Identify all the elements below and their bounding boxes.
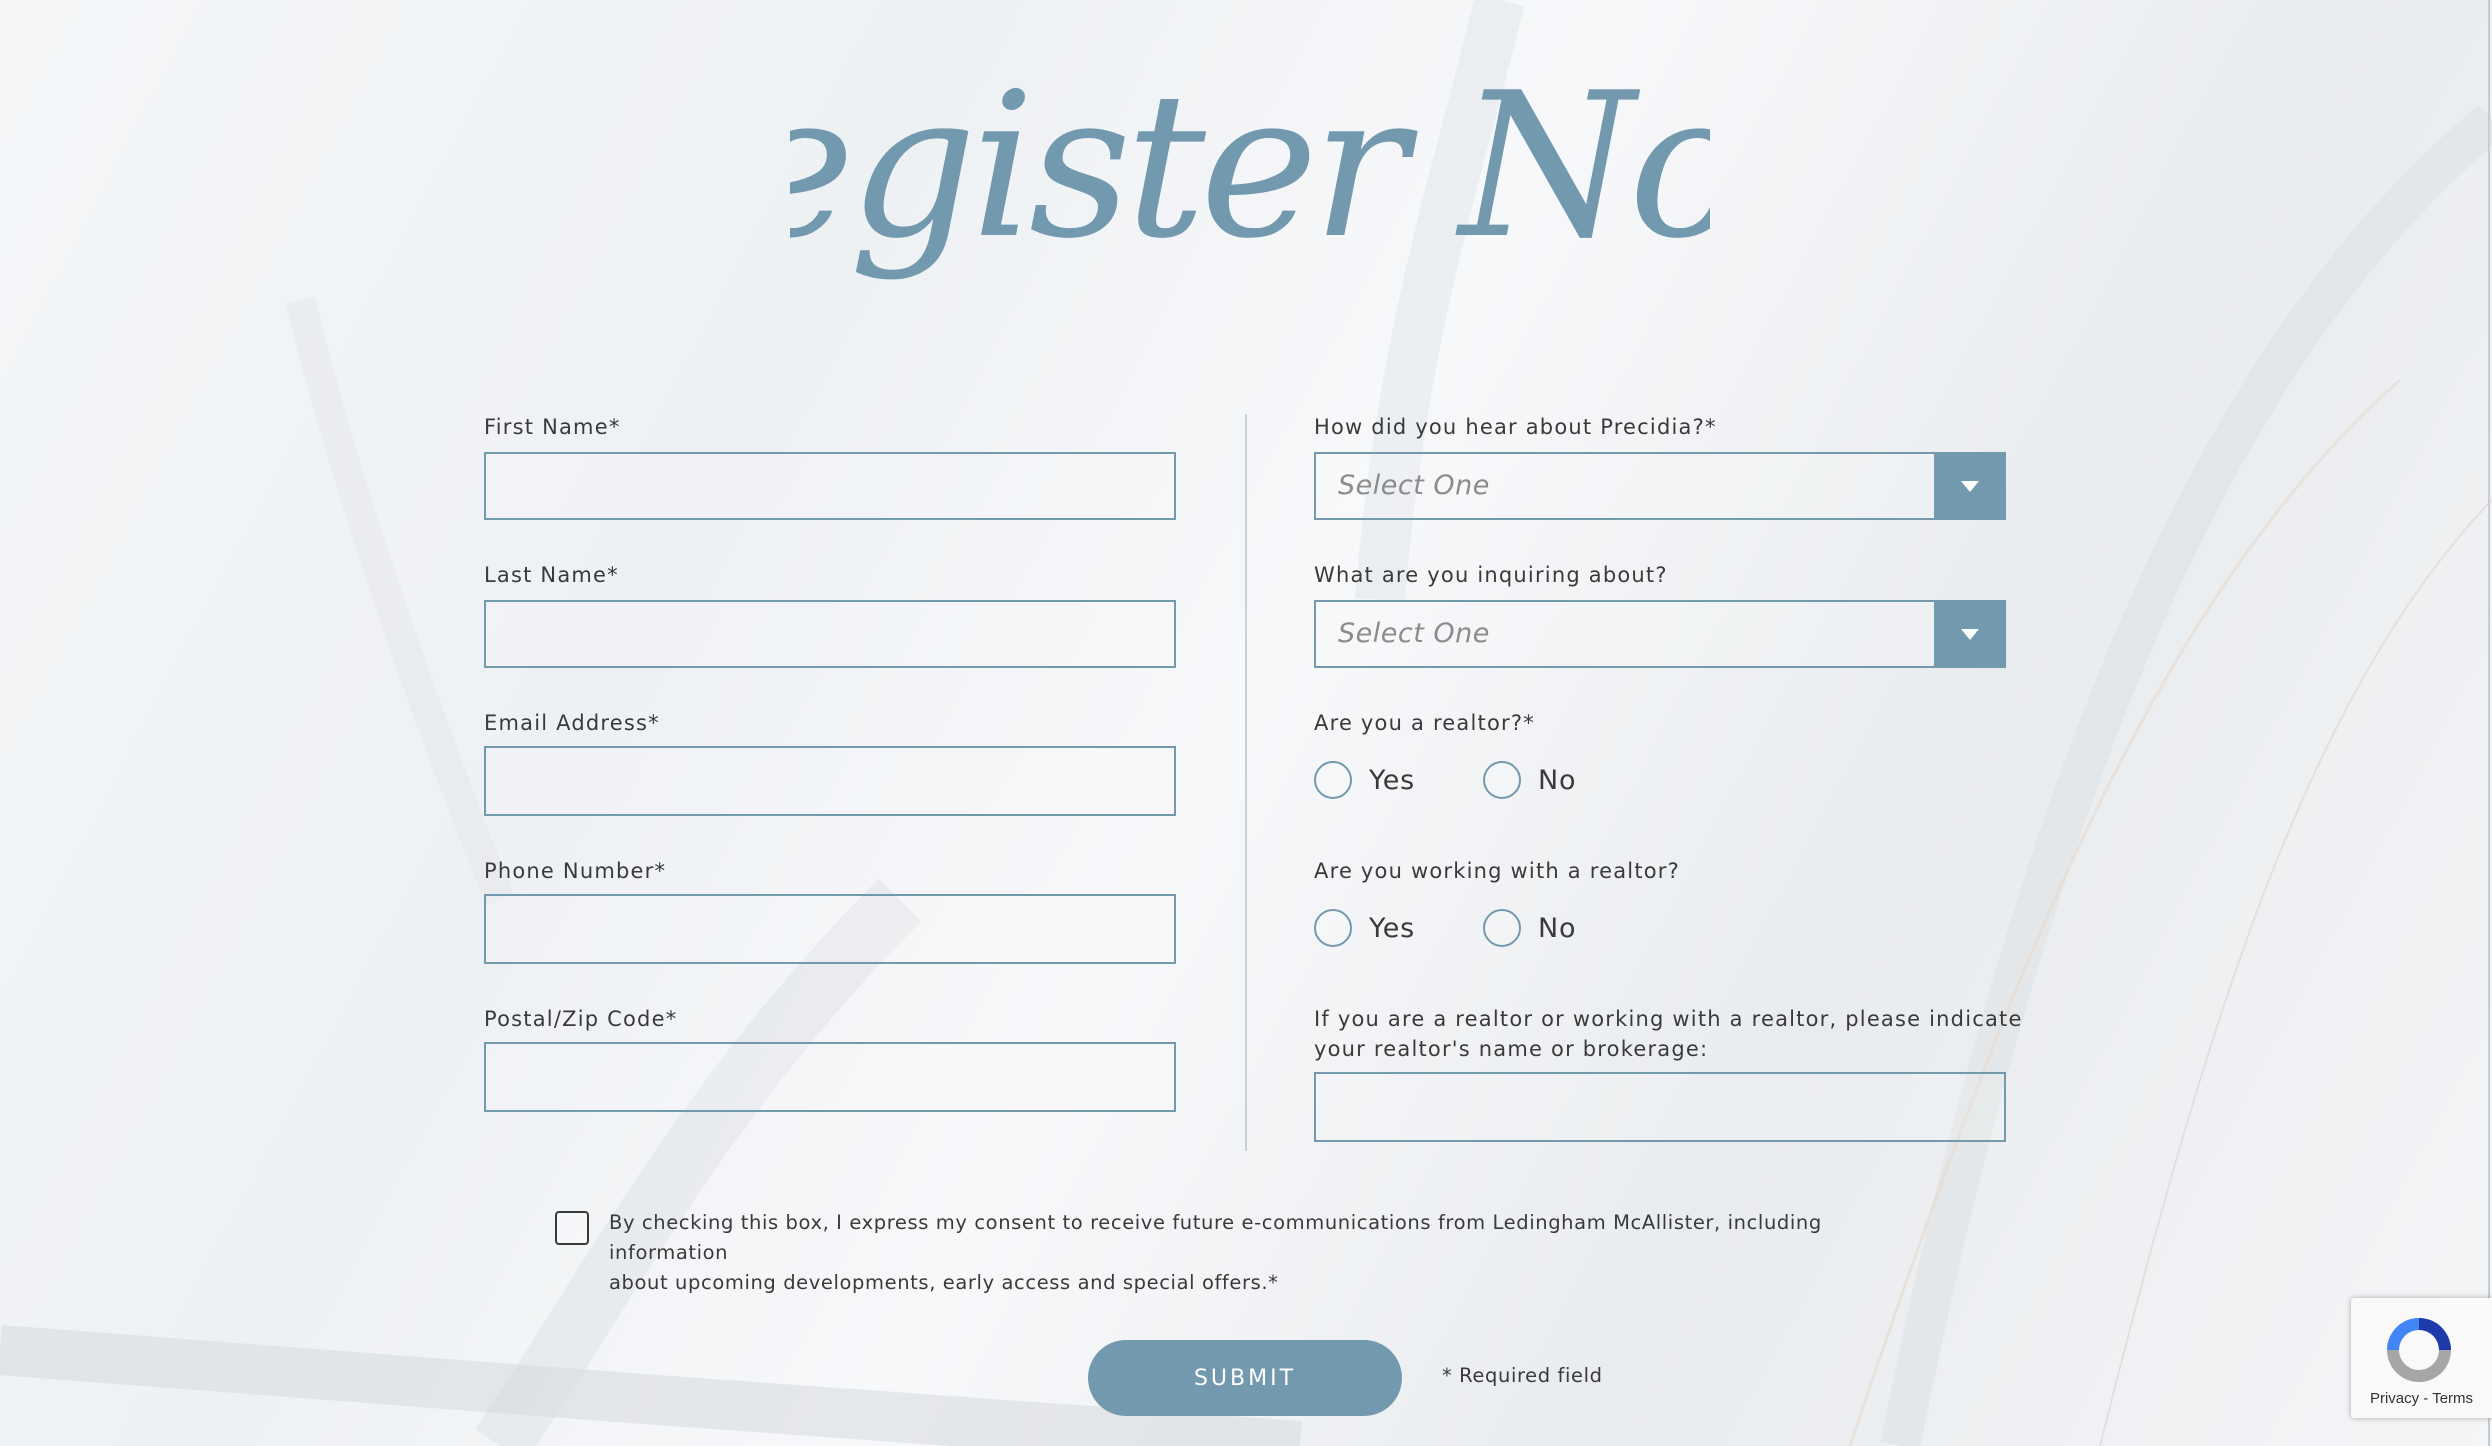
phone-label: Phone Number* [484,859,667,883]
recaptcha-terms-link[interactable]: Terms [2432,1390,2473,1407]
chevron-down-icon[interactable] [1934,602,2004,666]
recaptcha-badge[interactable]: Privacy - Terms [2351,1298,2492,1418]
consent-text-line2: about upcoming developments, early acces… [609,1271,1279,1294]
register-now-heading-text: Register Now [790,50,1710,283]
phone-input[interactable] [484,894,1176,964]
radio-circle-icon[interactable] [1314,909,1352,947]
postal-code-input[interactable] [484,1042,1176,1112]
radio-circle-icon[interactable] [1483,909,1521,947]
consent-text: By checking this box, I express my conse… [609,1208,1909,1298]
postal-code-label: Postal/Zip Code* [484,1007,678,1031]
is-realtor-radio-group: Yes No [1314,759,1614,805]
consent-checkbox[interactable] [555,1211,589,1245]
hear-about-select[interactable]: Select One [1314,452,2006,520]
recaptcha-separator: - [2419,1390,2433,1407]
inquiring-selected-value: Select One [1338,618,1490,649]
realtor-name-input[interactable] [1314,1072,2006,1142]
column-divider [1245,414,1247,1151]
radio-circle-icon[interactable] [1483,761,1521,799]
chevron-down-icon[interactable] [1934,454,2004,518]
radio-circle-icon[interactable] [1314,761,1352,799]
is-realtor-no-label[interactable]: No [1538,765,1576,796]
working-with-realtor-label: Are you working with a realtor? [1314,859,1680,883]
email-input[interactable] [484,746,1176,816]
recaptcha-privacy-link[interactable]: Privacy [2370,1390,2419,1407]
email-label: Email Address* [484,711,660,735]
first-name-label: First Name* [484,415,621,439]
hear-about-selected-value: Select One [1338,470,1490,501]
realtor-name-label-line2: your realtor's name or brokerage: [1314,1037,1709,1061]
first-name-input[interactable] [484,452,1176,520]
submit-button[interactable]: SUBMIT [1088,1340,1402,1416]
last-name-input[interactable] [484,600,1176,668]
hear-about-label: How did you hear about Precidia?* [1314,415,1717,439]
recaptcha-icon [2387,1318,2451,1382]
is-realtor-yes-label[interactable]: Yes [1369,765,1415,796]
required-field-note: * Required field [1442,1364,1603,1387]
consent-text-line1: By checking this box, I express my conse… [609,1211,1822,1264]
working-with-realtor-radio-group: Yes No [1314,907,1614,953]
working-with-realtor-yes-label[interactable]: Yes [1369,913,1415,944]
register-now-heading: Register Now [790,50,1710,283]
recaptcha-links: Privacy - Terms [2351,1390,2492,1407]
realtor-name-label-line1: If you are a realtor or working with a r… [1314,1007,2023,1031]
inquiring-select[interactable]: Select One [1314,600,2006,668]
working-with-realtor-no-label[interactable]: No [1538,913,1576,944]
is-realtor-label: Are you a realtor?* [1314,711,1535,735]
last-name-label: Last Name* [484,563,619,587]
inquiring-label: What are you inquiring about? [1314,563,1668,587]
